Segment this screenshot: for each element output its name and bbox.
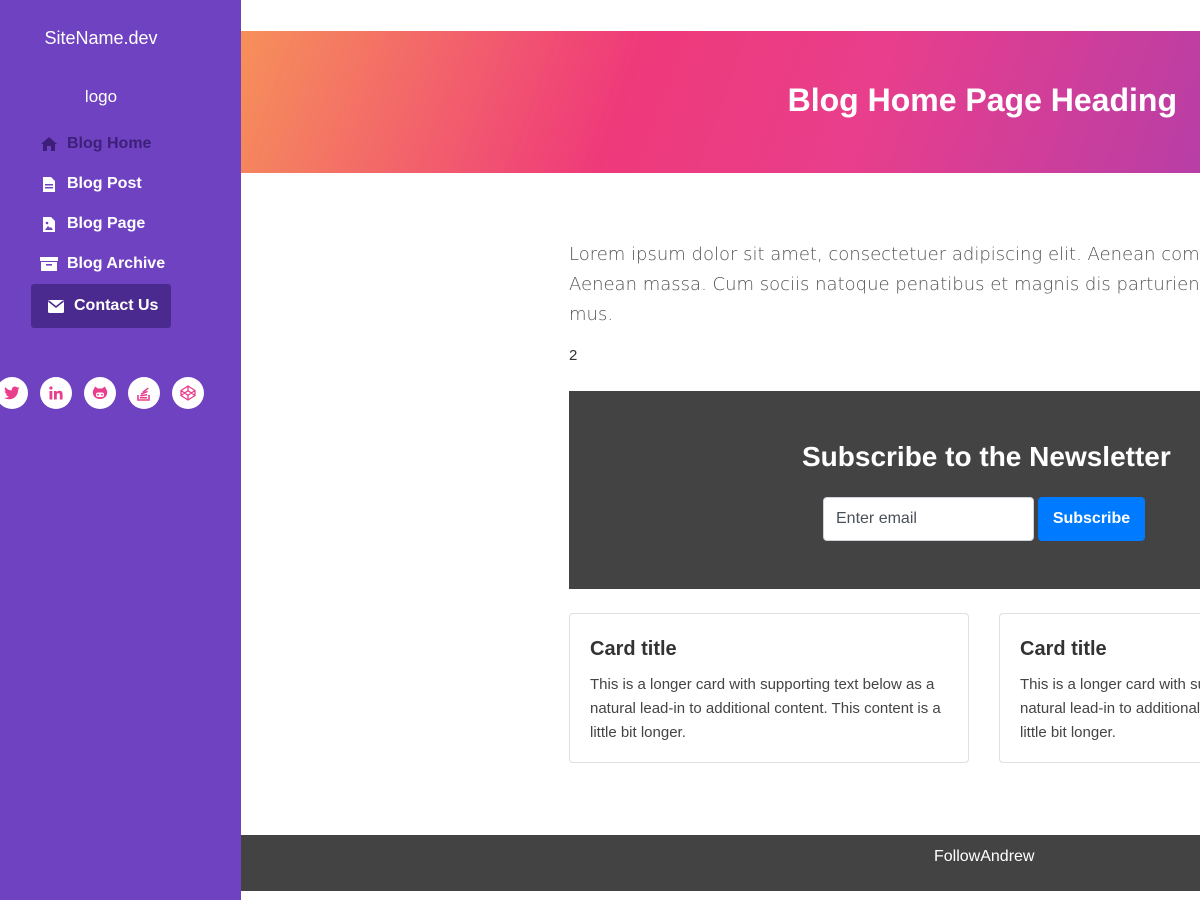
sidebar-item-blog-archive[interactable]: Blog Archive [31, 244, 211, 284]
home-icon [40, 135, 58, 153]
sidebar-item-label: Blog Home [67, 135, 152, 152]
github-icon[interactable] [84, 377, 116, 409]
file-icon [40, 175, 58, 193]
newsletter-title: Subscribe to the Newsletter [802, 441, 1171, 472]
stackoverflow-icon[interactable] [128, 377, 160, 409]
hero-banner: Blog Home Page Heading [241, 31, 1200, 173]
codepen-icon[interactable] [172, 377, 204, 409]
sidebar-nav: Blog Home Blog Post Blog Page Blog Archi… [31, 124, 211, 328]
card: Card title This is a longer card with su… [999, 613, 1200, 763]
number-text: 2 [569, 347, 578, 364]
sidebar-item-label: Blog Archive [67, 255, 166, 272]
sidebar-item-blog-page[interactable]: Blog Page [31, 204, 211, 244]
archive-icon [40, 255, 58, 273]
sidebar-item-label: Blog Page [67, 215, 146, 232]
email-input[interactable] [823, 497, 1034, 541]
card-text: This is a longer card with supporting te… [590, 676, 941, 741]
intro-text: Lorem ipsum dolor sit amet, consectetuer… [569, 240, 1200, 330]
logo[interactable]: logo [0, 87, 202, 107]
page-title: Blog Home Page Heading [787, 82, 1177, 118]
sidebar-item-label: Blog Post [67, 175, 142, 192]
intro-line: mus. [569, 304, 614, 325]
intro-line: Lorem ipsum dolor sit amet, consectetuer… [569, 244, 1200, 265]
card-text: This is a longer card with supporting te… [1020, 676, 1200, 741]
social-links [0, 377, 216, 409]
sidebar-item-label: Contact Us [74, 297, 159, 314]
footer: FollowAndrew [241, 835, 1200, 891]
sidebar-item-blog-post[interactable]: Blog Post [31, 164, 211, 204]
sidebar-item-blog-home[interactable]: Blog Home [31, 124, 211, 164]
twitter-icon[interactable] [0, 377, 28, 409]
file-image-icon [40, 215, 58, 233]
envelope-icon [47, 297, 65, 315]
card-title: Card title [1020, 638, 1107, 660]
linkedin-icon[interactable] [40, 377, 72, 409]
sidebar-item-contact-us[interactable]: Contact Us [31, 284, 171, 328]
card: Card title This is a longer card with su… [569, 613, 969, 763]
newsletter-section: Subscribe to the Newsletter Subscribe [569, 391, 1200, 589]
site-name[interactable]: SiteName.dev [0, 28, 202, 49]
intro-line: Aenean massa. Cum sociis natoque penatib… [569, 274, 1200, 295]
sidebar: SiteName.dev logo Blog Home Blog Post Bl… [0, 0, 241, 900]
footer-text: FollowAndrew [934, 848, 1035, 865]
subscribe-button[interactable]: Subscribe [1038, 497, 1145, 541]
card-title: Card title [590, 638, 677, 660]
